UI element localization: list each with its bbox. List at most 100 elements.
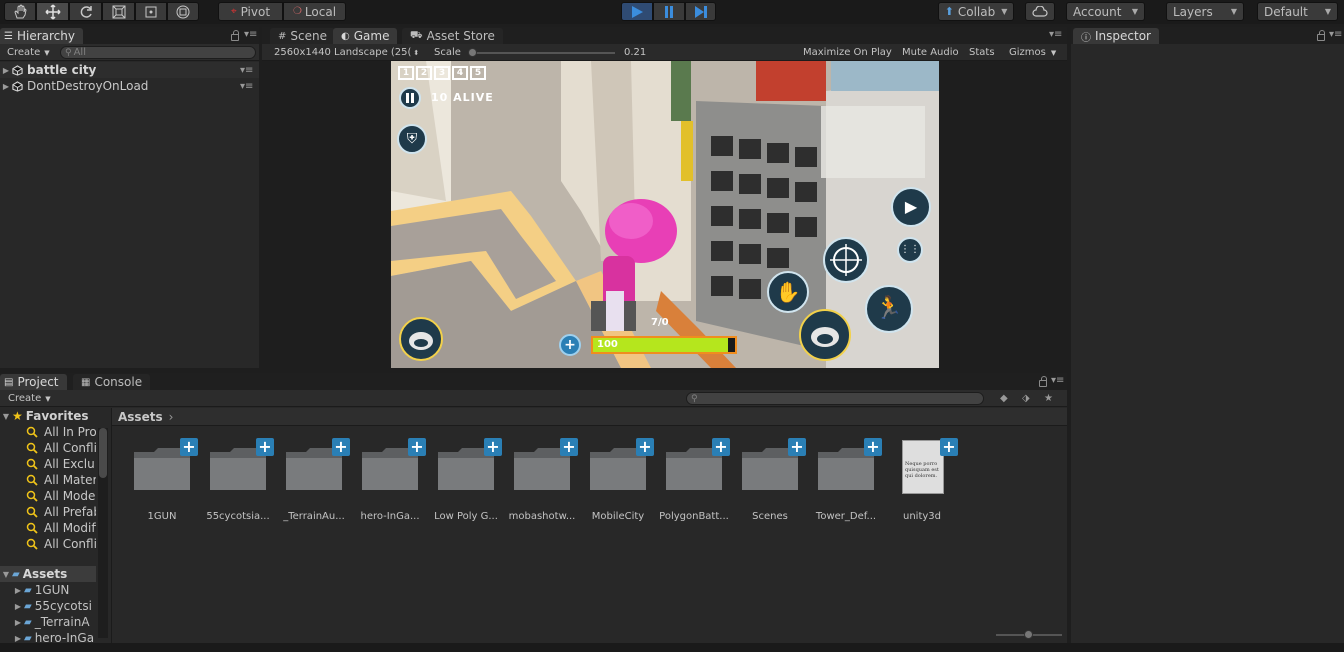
mute-audio-toggle[interactable]: Mute Audio xyxy=(902,45,959,60)
expand-arrow-icon[interactable]: ▶ xyxy=(12,634,24,643)
tab-scene[interactable]: # Scene xyxy=(270,28,335,44)
scene-row[interactable]: ▶ battle city ▾≡ xyxy=(0,62,259,78)
scene-menu-icon[interactable]: ▾≡ xyxy=(240,65,253,76)
expand-arrow-icon[interactable]: ▶ xyxy=(12,586,24,595)
heal-button[interactable]: + xyxy=(559,334,581,356)
asset-item[interactable]: + Scenes xyxy=(740,438,806,522)
pause-button[interactable] xyxy=(653,2,685,21)
pivot-toggle[interactable]: ⌖ Pivot xyxy=(218,2,283,21)
asset-tree-item[interactable]: ▶ ▰ 1GUN xyxy=(12,582,96,598)
favorite-search-button[interactable]: ★ xyxy=(1044,391,1053,406)
asset-item[interactable]: + PolygonBatt... xyxy=(659,438,730,522)
weapon-slot[interactable]: 4 xyxy=(452,66,468,80)
asset-item[interactable]: + _TerrainAu... xyxy=(283,438,350,522)
asset-tree-item[interactable]: ▶ ▰ hero-InGa xyxy=(12,630,96,643)
aim-button[interactable] xyxy=(823,237,869,283)
local-toggle[interactable]: ❍ Local xyxy=(283,2,346,21)
asset-item[interactable]: + Low Poly G... xyxy=(434,438,502,522)
lock-icon[interactable] xyxy=(231,30,239,41)
scale-tool-button[interactable] xyxy=(102,2,135,21)
panel-menu-icon[interactable]: ▾≡ xyxy=(1049,29,1062,40)
hand-tool-button[interactable] xyxy=(4,2,36,21)
asset-item[interactable]: + hero-InGa... xyxy=(360,438,426,522)
weapon-slot[interactable]: 3 xyxy=(434,66,450,80)
gizmos-dropdown[interactable]: Gizmos ▼ xyxy=(1009,45,1056,60)
expand-arrow-icon[interactable]: ▼ xyxy=(0,570,12,579)
panel-menu-icon[interactable]: ▾≡ xyxy=(244,29,257,40)
scale-slider[interactable] xyxy=(468,48,615,57)
asset-item[interactable]: + mobashotw... xyxy=(509,438,578,522)
favorite-item[interactable]: All Modifi xyxy=(26,520,96,536)
favorite-item[interactable]: All In Pro xyxy=(26,424,96,440)
step-button[interactable] xyxy=(685,2,716,21)
breadcrumb-item[interactable]: Assets xyxy=(118,410,163,424)
jump-button[interactable]: 🏃 xyxy=(865,285,913,333)
tab-hierarchy[interactable]: ☰ Hierarchy xyxy=(0,28,83,44)
lock-icon[interactable] xyxy=(1317,30,1325,41)
game-viewport[interactable]: 1 2 3 4 5 10 ALIVE ⛨ ▶ ⋮⋮ ✋ 🏃 + 7/0 100 xyxy=(391,61,939,368)
transform-tool-button[interactable] xyxy=(167,2,199,21)
collab-dropdown[interactable]: ⬆ Collab ▼ xyxy=(938,2,1014,21)
rect-tool-button[interactable] xyxy=(135,2,167,21)
hierarchy-search-input[interactable]: ⚲ All xyxy=(60,46,256,59)
ammo-button[interactable]: ⋮⋮ xyxy=(897,237,923,263)
weapon-slot[interactable]: 1 xyxy=(398,66,414,80)
asset-item[interactable]: +55cycotsia... xyxy=(206,438,274,522)
project-search-input[interactable]: ⚲ xyxy=(686,392,984,405)
asset-tree-item[interactable]: ▶ ▰ 55cycotsi xyxy=(12,598,96,614)
icon-size-slider-thumb[interactable] xyxy=(1024,630,1033,639)
favorites-header[interactable]: ▼ ★ Favorites xyxy=(0,408,89,424)
tree-scrollbar-thumb[interactable] xyxy=(99,428,107,478)
tab-asset-store[interactable]: ⛟ Asset Store xyxy=(402,28,503,44)
layers-dropdown[interactable]: Layers ▼ xyxy=(1166,2,1244,21)
play-button[interactable] xyxy=(621,2,653,21)
maximize-on-play-toggle[interactable]: Maximize On Play xyxy=(803,45,892,60)
filter-by-type-button[interactable]: ◆ xyxy=(1000,391,1008,406)
expand-arrow-icon[interactable]: ▶ xyxy=(0,66,12,75)
expand-arrow-icon[interactable]: ▼ xyxy=(0,412,12,421)
backpack-button[interactable]: ⛨ xyxy=(397,124,427,154)
tab-game[interactable]: ◐ Game xyxy=(333,28,398,44)
create-button[interactable]: Create ▼ xyxy=(8,391,51,406)
asset-item[interactable]: + Tower_Def... xyxy=(816,438,882,522)
layout-dropdown[interactable]: Default ▼ xyxy=(1257,2,1338,21)
weapon-slot[interactable]: 5 xyxy=(470,66,486,80)
fire-button-left[interactable] xyxy=(399,317,443,361)
filter-by-label-button[interactable]: ⬗ xyxy=(1022,391,1030,406)
weapon-slot[interactable]: 2 xyxy=(416,66,432,80)
game-pause-button[interactable] xyxy=(399,87,421,109)
cloud-button[interactable] xyxy=(1025,2,1055,21)
lock-icon[interactable] xyxy=(1039,376,1047,387)
scene-menu-icon[interactable]: ▾≡ xyxy=(240,81,253,92)
asset-item[interactable]: Neque porro quisquam est qui dolorem. + un… xyxy=(892,438,958,522)
favorite-item[interactable]: All Confli xyxy=(26,536,96,552)
tab-inspector[interactable]: ⓘ Inspector xyxy=(1073,28,1159,44)
icon-size-slider[interactable] xyxy=(996,630,1062,639)
account-dropdown[interactable]: Account ▼ xyxy=(1066,2,1145,21)
scale-slider-thumb[interactable] xyxy=(468,48,477,57)
grab-button[interactable]: ✋ xyxy=(767,271,809,313)
favorite-item[interactable]: All Model xyxy=(26,488,96,504)
asset-tree-item[interactable]: ▶ ▰ _TerrainA xyxy=(12,614,96,630)
panel-menu-icon[interactable]: ▾≡ xyxy=(1051,375,1064,386)
move-tool-button[interactable] xyxy=(36,2,69,21)
camera-button[interactable]: ▶ xyxy=(891,187,931,227)
tree-scrollbar[interactable] xyxy=(98,428,108,638)
favorite-item[interactable]: All Materi xyxy=(26,472,96,488)
expand-arrow-icon[interactable]: ▶ xyxy=(12,618,24,627)
favorite-item[interactable]: All Exclu xyxy=(26,456,96,472)
assets-root-item[interactable]: ▼ ▰ Assets xyxy=(0,566,96,582)
favorite-item[interactable]: All Confli xyxy=(26,440,96,456)
panel-menu-icon[interactable]: ▾≡ xyxy=(1329,29,1342,40)
rotate-tool-button[interactable] xyxy=(69,2,102,21)
stats-toggle[interactable]: Stats xyxy=(969,45,995,60)
expand-arrow-icon[interactable]: ▶ xyxy=(0,82,12,91)
favorite-item[interactable]: All Prefab xyxy=(26,504,96,520)
tab-console[interactable]: ▦ Console xyxy=(73,374,151,390)
tab-project[interactable]: ▤ Project xyxy=(0,374,67,390)
create-button[interactable]: Create ▼ xyxy=(7,45,50,60)
resolution-dropdown[interactable]: 2560x1440 Landscape (25( ⬍ xyxy=(274,45,426,60)
fire-button-right[interactable] xyxy=(799,309,851,361)
expand-arrow-icon[interactable]: ▶ xyxy=(12,602,24,611)
scene-row[interactable]: ▶ DontDestroyOnLoad ▾≡ xyxy=(0,78,259,94)
